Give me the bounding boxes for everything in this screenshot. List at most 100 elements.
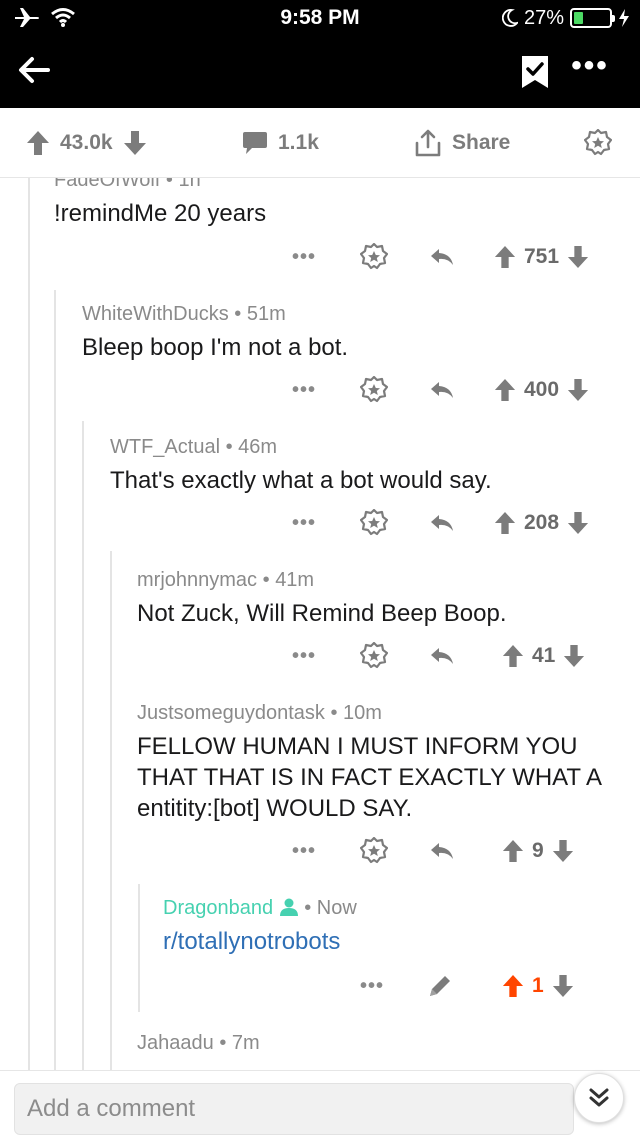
reply-icon[interactable]	[428, 376, 456, 404]
comment-actions: ••• 9	[290, 834, 574, 868]
comment-meta: WhiteWithDucks • 51m	[82, 300, 622, 328]
comment-actions: ••• 208	[290, 506, 589, 540]
meta-separator: •	[225, 436, 233, 458]
comment-score: 400	[524, 378, 560, 401]
comment: WTF_Actual • 46m That's exactly what a b…	[110, 433, 620, 496]
post-comments-button[interactable]: 1.1k	[242, 128, 319, 158]
back-arrow-icon[interactable]	[14, 50, 54, 90]
reply-icon[interactable]	[428, 837, 456, 865]
downvote-arrow-icon[interactable]	[567, 511, 589, 535]
downvote-arrow-icon[interactable]	[552, 839, 574, 863]
upvote-arrow-icon[interactable]	[502, 644, 524, 668]
status-bar: 9:58 PM 27%	[0, 0, 640, 36]
comment-more-button[interactable]: •••	[290, 246, 318, 269]
comment-author[interactable]: WTF_Actual	[110, 436, 220, 458]
comment-vote-group: 751	[494, 245, 589, 269]
reply-icon[interactable]	[428, 509, 456, 537]
comment-meta: FadeOfWolf • 1h	[54, 178, 614, 194]
comment-body: That's exactly what a bot would say.	[110, 467, 492, 494]
jump-to-next-button[interactable]	[574, 1073, 624, 1123]
downvote-arrow-icon[interactable]	[552, 974, 574, 998]
battery-percent: 27%	[523, 6, 564, 29]
comment-author[interactable]: FadeOfWolf	[54, 178, 160, 191]
downvote-arrow-icon[interactable]	[567, 378, 589, 402]
star-badge-icon	[584, 129, 612, 156]
comment-author[interactable]: Dragonband	[163, 897, 273, 919]
post-save-button[interactable]	[584, 128, 612, 158]
top-bar: 9:58 PM 27% •••	[0, 0, 640, 108]
award-icon[interactable]	[360, 837, 388, 865]
comment-age: 41m	[275, 569, 315, 591]
bookmark-check-icon[interactable]	[520, 54, 550, 90]
comment-meta: Dragonband • Now	[163, 894, 613, 922]
comment-more-button[interactable]: •••	[290, 379, 318, 402]
comment-score: 208	[524, 511, 560, 534]
comment-author[interactable]: Jahaadu	[137, 1032, 214, 1054]
downvote-arrow-icon[interactable]	[567, 245, 589, 269]
upvote-arrow-icon[interactable]	[494, 378, 516, 402]
share-button[interactable]: Share	[414, 128, 510, 158]
comment: Justsomeguydontask • 10m FELLOW HUMAN I …	[137, 699, 617, 824]
edit-pencil-icon[interactable]	[426, 972, 454, 1000]
award-icon[interactable]	[360, 376, 388, 404]
comment-more-button[interactable]: •••	[290, 840, 318, 863]
comment-more-button[interactable]: •••	[358, 975, 386, 998]
comment-score: 41	[532, 644, 556, 667]
upvote-arrow-icon[interactable]	[502, 839, 524, 863]
share-icon	[415, 129, 441, 157]
comment-body: !remindMe 20 years	[54, 200, 267, 227]
upvote-arrow-icon[interactable]	[502, 974, 524, 998]
upvote-arrow-icon[interactable]	[494, 245, 516, 269]
comment-actions: ••• 1	[358, 969, 574, 1003]
comment-age: Now	[316, 897, 357, 919]
comment: FadeOfWolf • 1h !remindMe 20 years	[54, 178, 614, 229]
comment-author[interactable]: WhiteWithDucks	[82, 303, 229, 325]
thread-line	[54, 290, 56, 1070]
meta-separator: •	[165, 178, 173, 191]
meta-separator: •	[219, 1032, 227, 1054]
meta-separator: •	[234, 303, 242, 325]
comment-body: Not Zuck, Will Remind Beep Boop.	[137, 600, 507, 627]
downvote-arrow-icon[interactable]	[123, 130, 147, 156]
comment-more-button[interactable]: •••	[290, 645, 318, 668]
comment-vote-group: 1	[502, 974, 574, 998]
comment-more-button[interactable]: •••	[290, 512, 318, 535]
comment-thread: FadeOfWolf • 1h !remindMe 20 years ••• 7…	[0, 178, 640, 1070]
nav-bar: •••	[0, 36, 640, 108]
comment-age: 1h	[178, 178, 201, 191]
charging-bolt-icon	[619, 9, 629, 27]
meta-separator: •	[330, 702, 338, 724]
status-right: 27%	[501, 5, 630, 31]
add-comment-input[interactable]	[14, 1083, 574, 1135]
comment: mrjohnnymac • 41m Not Zuck, Will Remind …	[137, 566, 617, 629]
downvote-arrow-icon[interactable]	[563, 644, 585, 668]
comment-meta: Justsomeguydontask • 10m	[137, 699, 617, 727]
user-profile-icon	[279, 898, 298, 916]
upvote-arrow-icon[interactable]	[26, 130, 50, 156]
comment: WhiteWithDucks • 51m Bleep boop I'm not …	[82, 300, 622, 363]
comment-author[interactable]: Justsomeguydontask	[137, 702, 325, 724]
comment-body: Bleep boop I'm not a bot.	[82, 334, 349, 361]
comment-composer	[0, 1070, 640, 1138]
award-icon[interactable]	[360, 509, 388, 537]
upvote-arrow-icon[interactable]	[494, 511, 516, 535]
award-icon[interactable]	[360, 243, 388, 271]
comment-age: 46m	[238, 436, 278, 458]
meta-separator: •	[304, 897, 312, 919]
comment-meta: Jahaadu • 7m	[137, 1029, 617, 1057]
comment-vote-group: 41	[502, 644, 585, 668]
meta-separator: •	[262, 569, 270, 591]
thread-line	[110, 551, 112, 1070]
post-action-bar: 43.0k 1.1k Share	[0, 108, 640, 178]
comment-age: 51m	[246, 303, 286, 325]
comment-age: 10m	[343, 702, 382, 724]
comment-author[interactable]: mrjohnnymac	[137, 569, 257, 591]
battery-icon	[570, 8, 615, 28]
award-icon[interactable]	[360, 642, 388, 670]
reply-icon[interactable]	[428, 243, 456, 271]
thread-line	[138, 884, 140, 1012]
subreddit-link[interactable]: r/totallynotrobots	[163, 926, 613, 957]
reply-icon[interactable]	[428, 642, 456, 670]
more-options-button[interactable]: •••	[570, 51, 610, 86]
comment-actions: ••• 41	[290, 639, 585, 673]
